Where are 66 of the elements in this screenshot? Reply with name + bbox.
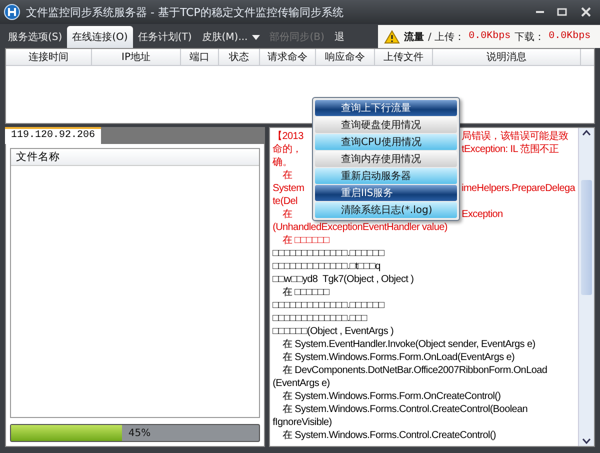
log-line: 在 System.Windows.Forms.Control.CreateControl(Boolean xyxy=(281,403,529,416)
menu-tab[interactable]: 皮肤(M)... xyxy=(196,26,265,48)
log-line: (UnhandledExceptionEventHandler value) xyxy=(272,221,448,234)
column-header[interactable]: 文件名称 xyxy=(11,149,259,166)
scroll-down-icon xyxy=(582,438,591,444)
menu-item[interactable]: 重新启动服务器 xyxy=(315,168,457,184)
upload-label: / 上传： xyxy=(428,30,465,44)
app-logo-icon xyxy=(4,4,20,20)
column-header[interactable]: 说明消息 xyxy=(433,49,581,65)
progress-reading: 45% xyxy=(127,428,151,438)
log-line: System xyxy=(272,182,306,195)
log-line: 在 □□□□□□ xyxy=(281,286,330,299)
log-line: 在 □□□□□□ xyxy=(281,234,330,247)
log-line: 在 xyxy=(281,169,294,182)
scroll-up-icon xyxy=(582,130,591,136)
download-value: 0.0Kbps xyxy=(548,31,591,42)
log-line: 【2013 xyxy=(272,130,304,143)
maximize-icon xyxy=(556,6,568,18)
log-line: te(Del xyxy=(272,195,298,208)
menu-item[interactable]: 清除系统日志(*.log) xyxy=(315,202,457,218)
menu-item[interactable]: 查询硬盘使用情况 xyxy=(315,117,457,133)
column-header[interactable]: 上传文件 xyxy=(375,49,433,65)
log-line: 局错误，该错误可能是致 xyxy=(460,130,570,143)
menu-item[interactable]: 查询内存使用情况 xyxy=(315,151,457,167)
log-line: 在 System.Windows.Forms.Form.OnCreateControl() xyxy=(281,390,502,403)
log-line: 确。 xyxy=(272,156,293,169)
column-header[interactable]: 状态 xyxy=(219,49,260,65)
log-line: 命的， xyxy=(272,143,303,156)
menu-item[interactable]: 查询CPU使用情况 xyxy=(315,134,457,150)
log-line: 在 System.Windows.Forms.Control.CreateControl() xyxy=(281,429,497,442)
window-title: 文件监控同步系统服务器 - 基于TCP的稳定文件监控传输同步系统 xyxy=(26,4,344,20)
menu-item[interactable]: 重启IIS服务 xyxy=(315,185,457,201)
menu-tab[interactable]: 在线连接(O) xyxy=(67,26,133,48)
scrollbar[interactable] xyxy=(578,128,594,446)
column-header[interactable]: 连接时间 xyxy=(6,49,92,65)
close-icon xyxy=(580,6,592,18)
log-line: □□□□□□□□□□□□□.□□□□□□ xyxy=(272,299,386,312)
column-header[interactable]: 响应命令 xyxy=(316,49,375,65)
log-line: □□□□□□□□□□□□□.□□□□□□ xyxy=(272,247,386,260)
log-line: 在 System.Windows.Forms.Form.OnLoad(EventArgs e) xyxy=(281,351,516,364)
log-line: □□□□□□□□□□□□□.□t□□□q xyxy=(272,260,382,273)
log-line: 在 xyxy=(281,208,294,221)
log-line: tException: IL 范围不正 xyxy=(460,143,560,156)
upload-value: 0.0Kbps xyxy=(468,31,511,42)
log-line: 在 System.EventHandler.Invoke(Object sender, EventArgs e) xyxy=(281,338,536,351)
log-line: 在 DevComponents.DotNetBar.Office2007RibbonForm.OnLoad xyxy=(281,364,548,377)
log-line: Exception xyxy=(460,208,504,221)
log-line: fIgnoreVisible) xyxy=(272,416,333,429)
menu-tab[interactable]: 服务选项(S) xyxy=(3,26,68,48)
download-label: 下载： xyxy=(514,30,545,44)
menu-item[interactable]: 查询上下行流量 xyxy=(315,100,457,116)
column-header[interactable]: 请求命令 xyxy=(260,49,316,65)
log-line: (EventArgs e) xyxy=(272,377,331,390)
warning-icon xyxy=(384,30,400,44)
log-line: □□□□□□(Object , EventArgs ) xyxy=(272,325,395,338)
menu-tab[interactable]: 任务计划(T) xyxy=(132,26,197,48)
log-line: □□□□□□□□□□□□□.□□□ xyxy=(272,312,368,325)
minimize-icon xyxy=(536,11,544,13)
client-tab[interactable]: 119.120.92.206 xyxy=(5,127,102,144)
column-header[interactable]: IP地址 xyxy=(92,49,181,65)
log-line: □□w□□yd8 Tgk7(Object , Object ) xyxy=(272,273,415,286)
log-line: imeHelpers.PrepareDelega xyxy=(460,182,575,195)
scroll-thumb[interactable] xyxy=(581,180,592,294)
menu-tab[interactable]: 退 xyxy=(329,26,350,48)
traffic-title: 流量 xyxy=(404,30,424,44)
column-header[interactable]: 端口 xyxy=(181,49,219,65)
